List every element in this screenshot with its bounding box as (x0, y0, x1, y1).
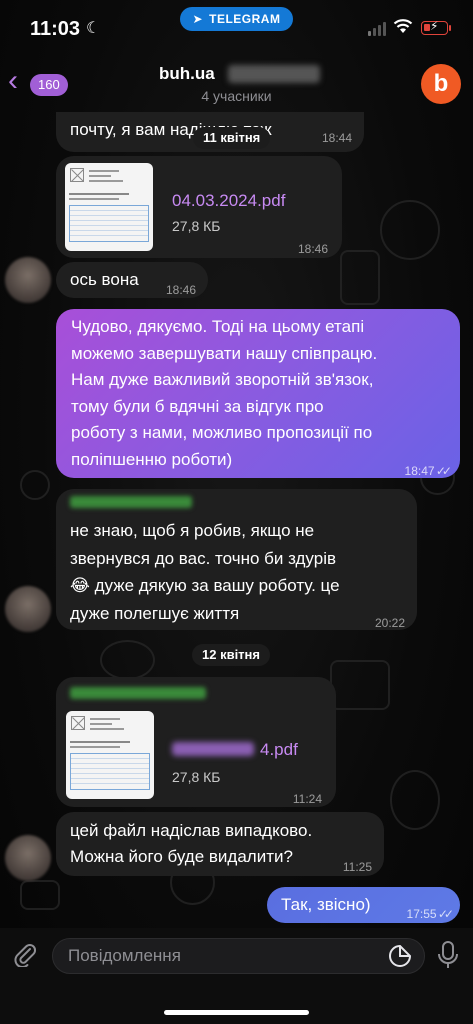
group-avatar[interactable]: b (421, 64, 461, 104)
message-bubble[interactable]: не знаю, щоб я робив, якщо не звернувся … (56, 489, 417, 630)
file-name[interactable]: 4.pdf (260, 737, 298, 763)
sender-avatar[interactable] (5, 586, 51, 632)
member-count: 4 учасники (201, 88, 272, 104)
message-time: 20:22 (374, 616, 405, 630)
sender-name (70, 496, 192, 508)
sender-avatar[interactable] (5, 835, 51, 881)
redacted-file-name (172, 742, 254, 756)
telegram-pill[interactable]: ➤ TELEGRAM (180, 7, 293, 31)
paperclip-icon[interactable] (12, 941, 38, 968)
message-text: Чудово, дякуємо. Тоді на цьому етапі мож… (71, 317, 378, 469)
redacted-title-part (228, 65, 320, 83)
sticker-icon[interactable] (388, 944, 412, 968)
message-input[interactable] (52, 938, 425, 974)
paper-plane-icon: ➤ (192, 12, 204, 26)
chat-header: ‹ 160 buh.ua 4 учасники b (0, 56, 473, 112)
message-bubble[interactable]: ось вона 18:46 (56, 262, 208, 298)
telegram-pill-label: TELEGRAM (209, 12, 281, 26)
file-size: 27,8 КБ (172, 769, 221, 785)
read-checkmarks-icon: ✓✓ (436, 464, 452, 478)
home-indicator[interactable] (164, 1010, 309, 1015)
battery-icon: ⚡ (421, 19, 451, 35)
message-bubble[interactable]: цей файл надіслав випадково. Можна його … (56, 812, 384, 876)
status-bar: 11:03 ☾ ➤ TELEGRAM ⚡ (0, 0, 473, 56)
outgoing-message-bubble[interactable]: Чудово, дякуємо. Тоді на цьому етапі мож… (56, 309, 460, 478)
clock: 11:03 (30, 18, 81, 40)
message-time: 11:25 (342, 860, 372, 874)
file-thumbnail[interactable] (66, 711, 154, 799)
message-time: 18:47 ✓✓ (404, 464, 453, 478)
message-text: ось вона (70, 270, 139, 289)
file-size: 27,8 КБ (172, 218, 221, 234)
microphone-icon[interactable] (437, 941, 459, 969)
moon-icon: ☾ (86, 20, 101, 37)
wifi-icon (393, 18, 413, 39)
outgoing-message-bubble[interactable]: Так, звісно) 17:55 ✓✓ (267, 887, 460, 923)
message-time: 18:46 (165, 283, 196, 297)
file-message-bubble[interactable]: 4.pdf 27,8 КБ 11:24 (56, 677, 336, 807)
file-message-bubble[interactable]: 04.03.2024.pdf 27,8 КБ 18:46 (56, 156, 342, 258)
message-time: 18:46 (297, 242, 328, 256)
read-checkmarks-icon: ✓✓ (438, 907, 454, 921)
message-text: Так, звісно) (281, 895, 371, 914)
cellular-signal-icon (368, 22, 386, 36)
message-time: 18:44 (321, 131, 352, 145)
message-time: 11:24 (292, 792, 322, 806)
file-name[interactable]: 04.03.2024.pdf (172, 188, 285, 214)
message-text: не знаю, щоб я робив, якщо не звернувся … (70, 521, 340, 623)
sender-avatar[interactable] (5, 257, 51, 303)
sender-name (70, 687, 206, 699)
message-text: цей файл надіслав випадково. Можна його … (70, 821, 313, 866)
chat-title[interactable]: buh.ua (159, 64, 215, 84)
file-thumbnail[interactable] (65, 163, 153, 251)
charging-bolt-icon: ⚡ (430, 19, 439, 33)
date-separator: 12 квітня (192, 644, 270, 666)
message-time: 17:55 ✓✓ (406, 907, 455, 921)
date-separator: 11 квітня (193, 127, 271, 149)
